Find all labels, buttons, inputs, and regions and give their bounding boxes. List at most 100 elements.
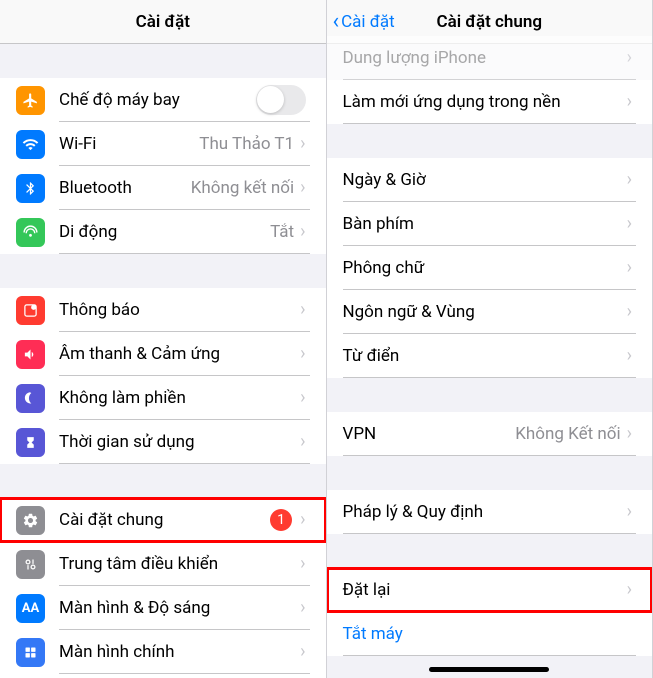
display-icon: AA <box>16 594 45 623</box>
row-datetime[interactable]: Ngày & Giờ › <box>327 158 653 202</box>
cellular-icon <box>16 218 45 247</box>
general-panel: ‹ Cài đặt Cài đặt chung Dung lượng iPhon… <box>327 0 653 678</box>
airplane-label: Chế độ máy bay <box>59 90 256 110</box>
row-accessibility[interactable]: Trợ năng <box>0 674 326 678</box>
wifi-value: Thu Thảo T1 <box>199 134 294 154</box>
row-keyboard[interactable]: Bàn phím › <box>327 202 653 246</box>
reset-label: Đặt lại <box>343 580 627 600</box>
row-display[interactable]: AA Màn hình & Độ sáng › <box>0 586 326 630</box>
bluetooth-icon <box>16 174 45 203</box>
chevron-right-icon: › <box>300 431 305 452</box>
shutdown-label: Tắt máy <box>343 624 633 644</box>
chevron-right-icon: › <box>627 47 632 68</box>
airplane-icon <box>16 86 45 115</box>
moon-icon <box>16 384 45 413</box>
home-indicator <box>429 667 549 672</box>
bluetooth-label: Bluetooth <box>59 178 191 198</box>
general-badge: 1 <box>270 509 292 531</box>
settings-panel: Cài đặt Chế độ máy bay Wi-Fi Thu Thảo <box>0 0 327 678</box>
notifications-icon <box>16 296 45 325</box>
cellular-value: Tắt <box>270 222 294 242</box>
wifi-label: Wi-Fi <box>59 134 199 154</box>
row-sounds[interactable]: Âm thanh & Cảm ứng › <box>0 332 326 376</box>
row-dictionary[interactable]: Từ điển › <box>327 334 653 378</box>
chevron-right-icon: › <box>627 345 632 366</box>
display-label: Màn hình & Độ sáng <box>59 598 300 618</box>
keyboard-label: Bàn phím <box>343 214 627 234</box>
screentime-label: Thời gian sử dụng <box>59 432 300 452</box>
chevron-right-icon: › <box>627 301 632 322</box>
list-notifications: Thông báo › Âm thanh & Cảm ứng › Không <box>0 288 326 464</box>
hourglass-icon <box>16 428 45 457</box>
language-label: Ngôn ngữ & Vùng <box>343 302 627 322</box>
row-legal[interactable]: Pháp lý & Quy định › <box>327 490 653 534</box>
chevron-right-icon: › <box>627 213 632 234</box>
row-notifications[interactable]: Thông báo › <box>0 288 326 332</box>
chevron-right-icon: › <box>300 597 305 618</box>
row-airplane[interactable]: Chế độ máy bay <box>0 78 326 122</box>
row-bgrefresh[interactable]: Làm mới ứng dụng trong nền › <box>327 80 653 124</box>
back-button[interactable]: ‹ Cài đặt <box>333 11 395 33</box>
chevron-right-icon: › <box>627 579 632 600</box>
chevron-right-icon: › <box>300 177 305 198</box>
datetime-label: Ngày & Giờ <box>343 170 627 190</box>
row-controlcenter[interactable]: Trung tâm điều khiển › <box>0 542 326 586</box>
chevron-right-icon: › <box>300 509 305 530</box>
vpn-value: Không Kết nối <box>515 424 620 444</box>
chevron-left-icon: ‹ <box>333 11 340 33</box>
chevron-right-icon: › <box>627 501 632 522</box>
row-language[interactable]: Ngôn ngữ & Vùng › <box>327 290 653 334</box>
bluetooth-value: Không kết nối <box>191 178 294 198</box>
gear-icon <box>16 506 45 535</box>
list-legal: Pháp lý & Quy định › <box>327 490 653 534</box>
row-shutdown[interactable]: Tắt máy <box>327 612 653 656</box>
legal-label: Pháp lý & Quy định <box>343 502 627 522</box>
list-locale: Ngày & Giờ › Bàn phím › Phông chữ › Ngôn… <box>327 158 653 378</box>
notifications-label: Thông báo <box>59 300 300 320</box>
chevron-right-icon: › <box>627 169 632 190</box>
airplane-toggle[interactable] <box>256 85 306 115</box>
list-vpn: VPN Không Kết nối › <box>327 412 653 456</box>
page-title: Cài đặt <box>136 12 190 32</box>
row-general[interactable]: Cài đặt chung 1 › <box>0 498 326 542</box>
row-bluetooth[interactable]: Bluetooth Không kết nối › <box>0 166 326 210</box>
dnd-label: Không làm phiền <box>59 388 300 408</box>
chevron-right-icon: › <box>300 221 305 242</box>
chevron-right-icon: › <box>300 641 305 662</box>
row-wifi[interactable]: Wi-Fi Thu Thảo T1 › <box>0 122 326 166</box>
list-general: Cài đặt chung 1 › Trung tâm điều khiển ›… <box>0 498 326 678</box>
list-reset: Đặt lại › Tắt máy <box>327 568 653 656</box>
homescreen-icon <box>16 638 45 667</box>
back-label: Cài đặt <box>341 12 395 32</box>
general-label: Cài đặt chung <box>59 510 270 530</box>
row-dnd[interactable]: Không làm phiền › <box>0 376 326 420</box>
controlcenter-label: Trung tâm điều khiển <box>59 554 300 574</box>
list-connectivity: Chế độ máy bay Wi-Fi Thu Thảo T1 › <box>0 78 326 254</box>
storage-label: Dung lượng iPhone <box>343 48 627 68</box>
row-screentime[interactable]: Thời gian sử dụng › <box>0 420 326 464</box>
row-cellular[interactable]: Di động Tắt › <box>0 210 326 254</box>
header-left: Cài đặt <box>0 0 326 44</box>
sounds-icon <box>16 340 45 369</box>
sounds-label: Âm thanh & Cảm ứng <box>59 344 300 364</box>
row-vpn[interactable]: VPN Không Kết nối › <box>327 412 653 456</box>
chevron-right-icon: › <box>300 553 305 574</box>
row-reset[interactable]: Đặt lại › <box>327 568 653 612</box>
bgrefresh-label: Làm mới ứng dụng trong nền <box>343 92 627 112</box>
wifi-icon <box>16 130 45 159</box>
controlcenter-icon <box>16 550 45 579</box>
chevron-right-icon: › <box>300 387 305 408</box>
chevron-right-icon: › <box>300 343 305 364</box>
fonts-label: Phông chữ <box>343 258 627 278</box>
page-title: Cài đặt chung <box>436 12 542 32</box>
chevron-right-icon: › <box>627 423 632 444</box>
chevron-right-icon: › <box>627 91 632 112</box>
homescreen-label: Màn hình chính <box>59 642 300 662</box>
chevron-right-icon: › <box>300 133 305 154</box>
row-storage[interactable]: Dung lượng iPhone › <box>327 36 653 80</box>
row-fonts[interactable]: Phông chữ › <box>327 246 653 290</box>
row-homescreen[interactable]: Màn hình chính › <box>0 630 326 674</box>
cellular-label: Di động <box>59 222 270 242</box>
dictionary-label: Từ điển <box>343 346 627 366</box>
chevron-right-icon: › <box>627 257 632 278</box>
